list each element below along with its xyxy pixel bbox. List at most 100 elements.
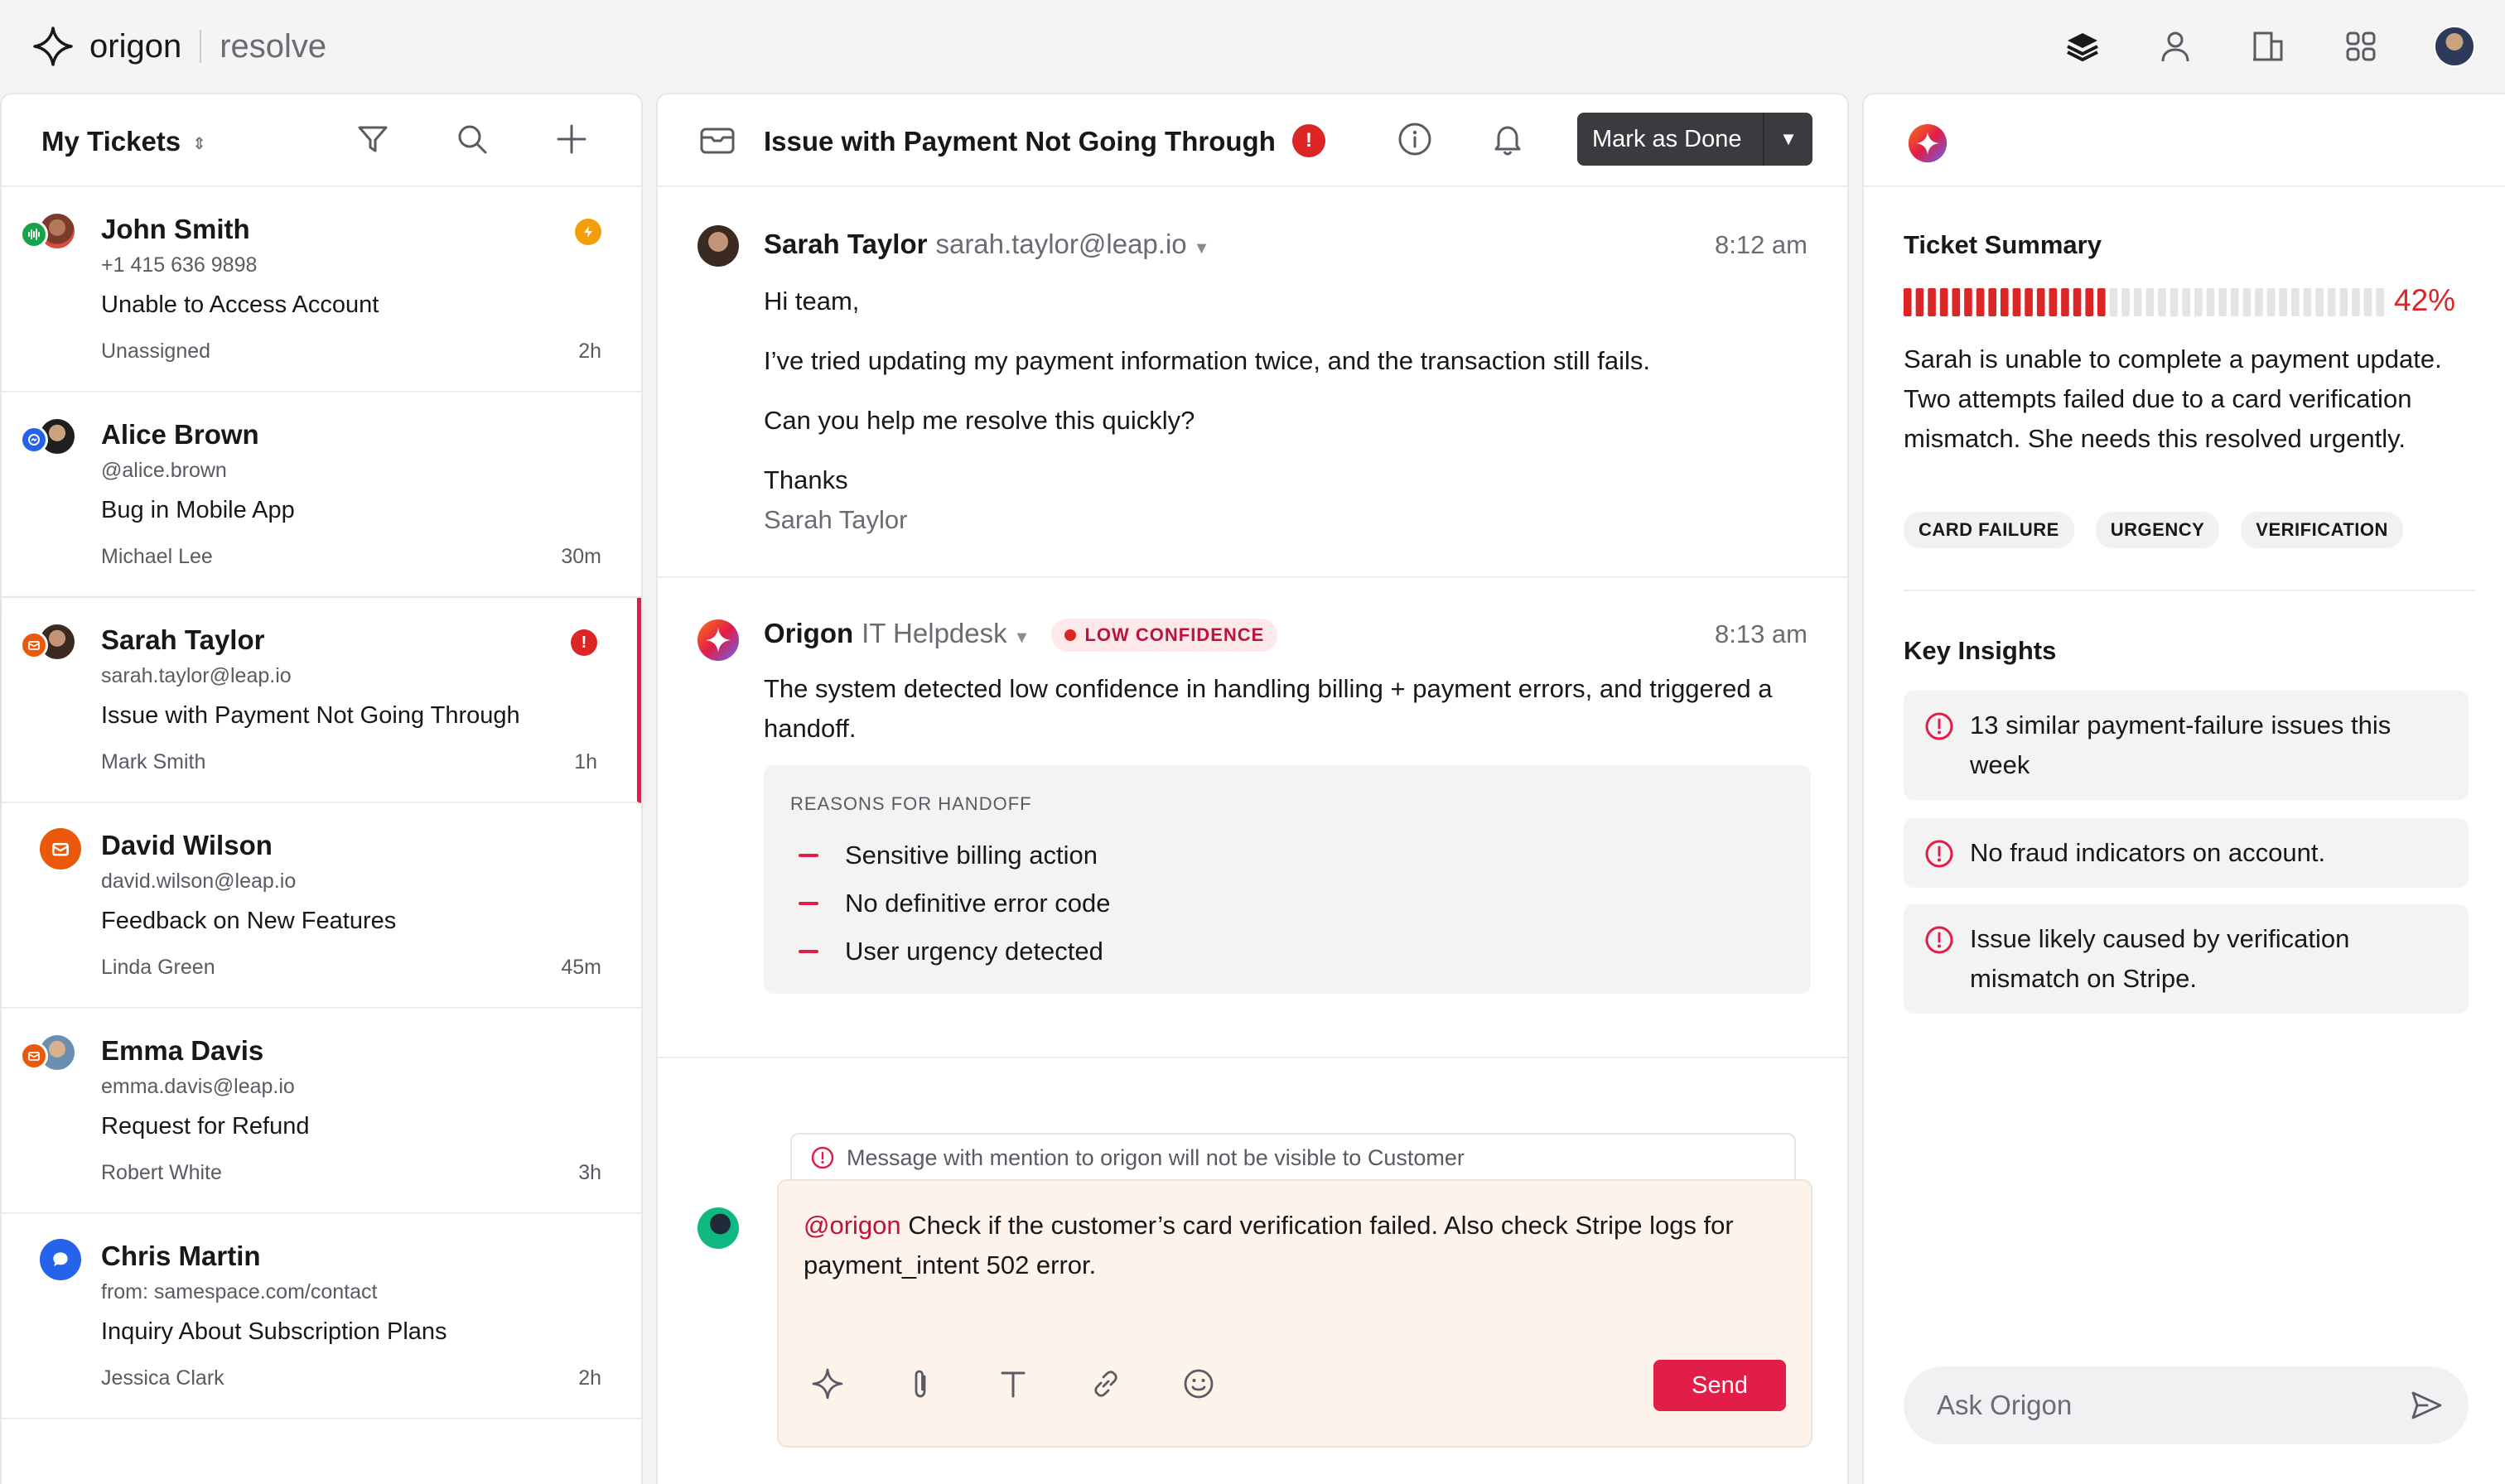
reason-text: User urgency detected: [845, 937, 1103, 966]
progress-segment: [2025, 288, 2033, 316]
ticket-assignee: Michael Lee: [101, 545, 213, 568]
ticket-item[interactable]: David Wilson david.wilson@leap.io Feedba…: [2, 803, 641, 1009]
progress-segment: [1928, 288, 1936, 316]
ticket-customer-name: David Wilson: [101, 830, 273, 860]
bell-icon[interactable]: [1489, 121, 1526, 157]
ticket-avatar: [20, 1239, 81, 1285]
dash-icon: [799, 854, 818, 857]
ticket-item-active[interactable]: Sarah Taylor ! sarah.taylor@leap.io Issu…: [2, 598, 641, 803]
customer-message: Sarah Taylor sarah.taylor@leap.io ▼ 8:12 a…: [658, 187, 1847, 578]
layers-icon[interactable]: [2063, 26, 2102, 66]
sparkle-icon[interactable]: [808, 1365, 847, 1403]
ticket-avatar: [20, 828, 81, 874]
progress-segment: [2266, 288, 2276, 316]
progress-segment: [1952, 288, 1961, 316]
apps-grid-icon[interactable]: [2341, 26, 2381, 66]
progress-segment: [2001, 288, 2009, 316]
link-icon[interactable]: [1087, 1365, 1125, 1403]
progress-segment: [2363, 288, 2372, 316]
attachment-icon[interactable]: [901, 1365, 939, 1403]
progress-segment: [2194, 288, 2203, 316]
ticket-assignee: Jessica Clark: [101, 1366, 224, 1390]
message-body: The system detected low confidence in ha…: [764, 674, 1773, 743]
tag-chip[interactable]: CARD FAILURE: [1904, 512, 2074, 548]
progress-segment: [2218, 288, 2227, 316]
handoff-reasons: REASONS FOR HANDOFF Sensitive billing ac…: [764, 765, 1811, 994]
low-confidence-badge: LOW CONFIDENCE: [1051, 619, 1278, 653]
tickets-toolbar: [353, 119, 591, 159]
progress-segment: [2049, 288, 2058, 316]
voice-channel-icon: [20, 220, 48, 248]
notice-text: Message with mention to origon will not …: [847, 1144, 1465, 1170]
progress-segment: [2061, 288, 2069, 316]
info-icon[interactable]: [1397, 121, 1433, 157]
ticket-contact: from: samespace.com/contact: [101, 1280, 378, 1303]
user-icon[interactable]: [2155, 26, 2195, 66]
ticket-item[interactable]: Chris Martin from: samespace.com/contact…: [2, 1214, 641, 1419]
ticket-customer-name: Chris Martin: [101, 1241, 261, 1271]
insight-card: No fraud indicators on account.: [1904, 818, 2469, 888]
progress-segment: [2291, 288, 2300, 316]
ai-insights-panel: Ticket Summary 42% Sarah is unable to co…: [1862, 93, 2505, 1484]
progress-segment: [2012, 288, 2021, 316]
composer-input[interactable]: @origon Check if the customer’s card ver…: [804, 1206, 1764, 1285]
info-icon: [810, 1145, 835, 1170]
top-nav: [2063, 22, 2475, 71]
caret-down-icon[interactable]: ▼: [1014, 629, 1030, 647]
send-icon[interactable]: [2409, 1388, 2444, 1423]
ticket-contact: +1 415 636 9898: [101, 253, 258, 277]
ticket-assignee: Mark Smith: [101, 750, 206, 773]
ticket-item[interactable]: Emma Davis emma.davis@leap.io Request fo…: [2, 1009, 641, 1214]
sort-caret-icon: ⇕: [192, 134, 206, 153]
ticket-item[interactable]: Alice Brown @alice.brown Bug in Mobile A…: [2, 393, 641, 598]
mention-notice: Message with mention to origon will not …: [790, 1133, 1796, 1181]
building-icon[interactable]: [2248, 26, 2288, 66]
list-item: User urgency detected: [799, 928, 1111, 976]
emoji-icon[interactable]: [1180, 1365, 1218, 1403]
mail-icon: [699, 124, 736, 157]
ticket-contact: emma.davis@leap.io: [101, 1075, 295, 1098]
progress-segment: [2133, 288, 2142, 316]
add-icon[interactable]: [552, 119, 591, 159]
urgent-alert-icon: !: [571, 629, 597, 656]
product-name: resolve: [220, 27, 327, 65]
progress-segment: [2327, 288, 2336, 316]
conversation-header: Issue with Payment Not Going Through ! M…: [658, 94, 1847, 187]
ticket-customer-name: Alice Brown: [101, 419, 259, 450]
caret-down-icon[interactable]: ▼: [1194, 239, 1210, 258]
current-user-avatar[interactable]: [2434, 26, 2475, 67]
tag-chip[interactable]: URGENCY: [2095, 512, 2220, 548]
ticket-item[interactable]: John Smith +1 415 636 9898 Unable to Acc…: [2, 187, 641, 393]
message-header: Sarah Taylor sarah.taylor@leap.io ▼: [764, 229, 1209, 260]
sender-team: IT Helpdesk: [862, 618, 1007, 648]
progress-segment: [2352, 288, 2360, 316]
filter-icon[interactable]: [353, 119, 393, 159]
search-icon[interactable]: [452, 119, 492, 159]
progress-segment: [2206, 288, 2215, 316]
conversation-panel: Issue with Payment Not Going Through ! M…: [656, 93, 1849, 1484]
sender-name: Sarah Taylor: [764, 229, 928, 259]
summary-progress-bar: [1904, 288, 2384, 316]
text-format-icon[interactable]: [994, 1365, 1032, 1403]
progress-segment: [1964, 288, 1972, 316]
chevron-down-icon[interactable]: ▼: [1763, 113, 1812, 166]
ask-origon-input[interactable]: Ask Origon: [1904, 1366, 2469, 1444]
summary-tags: CARD FAILURE URGENCY VERIFICATION: [1904, 512, 2403, 548]
origon-message: Origon IT Helpdesk ▼ LOW CONFIDENCE 8:13 am…: [658, 578, 1847, 1058]
summary-text: Sarah is unable to complete a payment up…: [1904, 344, 2442, 453]
avatar: [697, 1207, 739, 1249]
ticket-customer-name: Emma Davis: [101, 1035, 264, 1066]
send-button[interactable]: Send: [1653, 1360, 1786, 1411]
ticket-contact: @alice.brown: [101, 459, 227, 482]
tag-chip[interactable]: VERIFICATION: [2241, 512, 2403, 548]
ticket-time: 2h: [578, 340, 601, 363]
progress-segment: [2279, 288, 2288, 316]
mark-as-done-button[interactable]: Mark as Done ▼: [1577, 113, 1812, 166]
info-icon: [1923, 838, 1955, 870]
brand[interactable]: origon resolve: [31, 22, 326, 71]
tickets-panel: My Tickets ⇕ John Smith +1 415 636 9898 U…: [0, 93, 643, 1484]
reply-composer[interactable]: @origon Check if the customer’s card ver…: [777, 1179, 1812, 1448]
progress-segment: [1939, 288, 1948, 316]
divider: [1904, 590, 2475, 591]
my-tickets-dropdown[interactable]: My Tickets ⇕: [41, 126, 206, 157]
